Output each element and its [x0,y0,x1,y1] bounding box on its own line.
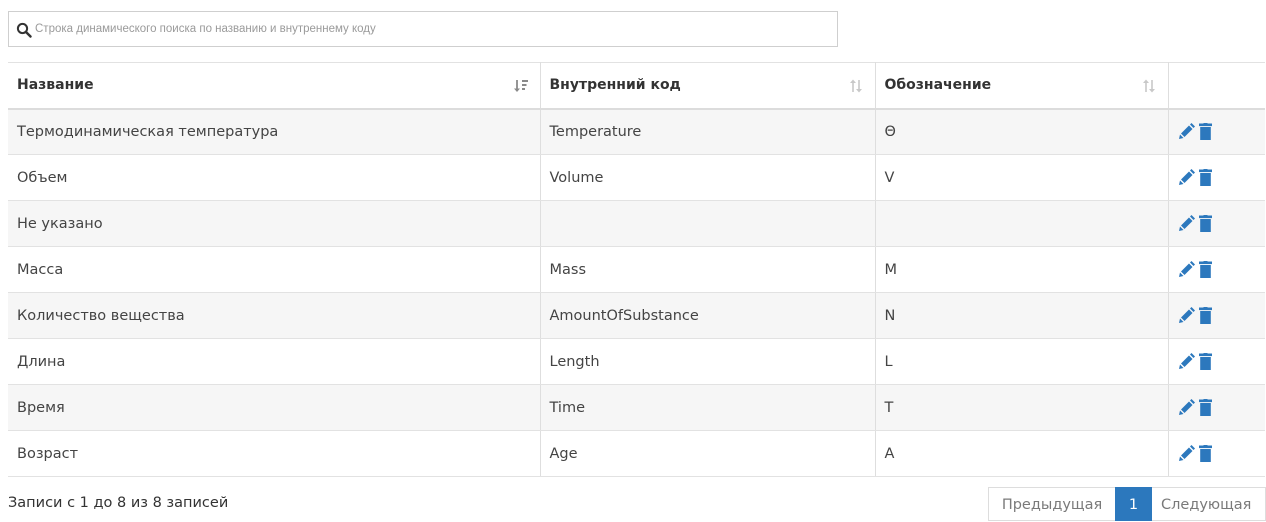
cell-symbol: L [875,338,1169,385]
cell-actions [1168,430,1265,477]
cell-name: Количество вещества [8,292,541,339]
column-header-label: Название [17,77,94,94]
cell-name: Термодинамическая температура [8,108,541,155]
column-header-symbol[interactable]: Обозначение [875,62,1169,110]
cell-name: Объем [8,154,541,201]
edit-icon[interactable] [1178,445,1195,462]
trash-icon[interactable] [1198,261,1212,278]
table-row: Возраст Age A [8,430,1265,477]
cell-symbol: V [875,154,1169,201]
search-icon [16,22,32,38]
sort-icon[interactable] [849,79,863,93]
cell-actions [1168,384,1265,431]
sort-icon[interactable] [1142,79,1156,93]
cell-code [540,200,876,247]
edit-icon[interactable] [1178,215,1195,232]
cell-name: Длина [8,338,541,385]
next-page-button[interactable]: Следующая [1152,487,1266,521]
trash-icon[interactable] [1198,307,1212,324]
cell-actions [1168,200,1265,247]
cell-code: Time [540,384,876,431]
cell-symbol: T [875,384,1169,431]
table-row: Не указано [8,200,1265,247]
trash-icon[interactable] [1198,169,1212,186]
cell-symbol: A [875,430,1169,477]
cell-actions [1168,154,1265,201]
cell-code: Length [540,338,876,385]
search-input[interactable] [35,12,825,46]
cell-code: Temperature [540,108,876,155]
search-box[interactable] [8,11,838,47]
cell-code: Volume [540,154,876,201]
cell-code: Age [540,430,876,477]
units-table: Название Внутренний код Обозначение Терм… [8,62,1265,477]
cell-code: AmountOfSubstance [540,292,876,339]
table-row: Объем Volume V [8,154,1265,201]
pagination: Предыдущая 1 Следующая [988,487,1266,521]
column-header-actions [1168,62,1265,110]
table-row: Термодинамическая температура Temperature… [8,108,1265,155]
column-header-name[interactable]: Название [8,62,541,110]
table-row: Количество вещества AmountOfSubstance N [8,292,1265,339]
trash-icon[interactable] [1198,399,1212,416]
edit-icon[interactable] [1178,307,1195,324]
cell-actions [1168,338,1265,385]
edit-icon[interactable] [1178,169,1195,186]
cell-code: Mass [540,246,876,293]
edit-icon[interactable] [1178,123,1195,140]
cell-symbol: Θ [875,108,1169,155]
table-header-row: Название Внутренний код Обозначение [8,62,1265,110]
cell-symbol: M [875,246,1169,293]
column-header-label: Внутренний код [549,77,681,94]
trash-icon[interactable] [1198,445,1212,462]
cell-actions [1168,246,1265,293]
cell-symbol [875,200,1169,247]
table-row: Длина Length L [8,338,1265,385]
trash-icon[interactable] [1198,215,1212,232]
trash-icon[interactable] [1198,123,1212,141]
page-button-current[interactable]: 1 [1115,487,1152,521]
edit-icon[interactable] [1178,353,1195,370]
table-row: Масса Mass M [8,246,1265,293]
column-header-code[interactable]: Внутренний код [540,62,876,110]
cell-name: Возраст [8,430,541,477]
trash-icon[interactable] [1198,353,1212,370]
cell-symbol: N [875,292,1169,339]
table-row: Время Time T [8,384,1265,431]
column-header-label: Обозначение [884,77,992,94]
sort-ascending-icon[interactable] [513,79,528,93]
cell-name: Время [8,384,541,431]
cell-actions [1168,292,1265,339]
edit-icon[interactable] [1178,399,1195,416]
cell-actions [1168,108,1265,155]
cell-name: Не указано [8,200,541,247]
records-info: Записи с 1 до 8 из 8 записей [8,495,229,511]
previous-page-button[interactable]: Предыдущая [988,487,1115,521]
cell-name: Масса [8,246,541,293]
edit-icon[interactable] [1178,261,1195,278]
